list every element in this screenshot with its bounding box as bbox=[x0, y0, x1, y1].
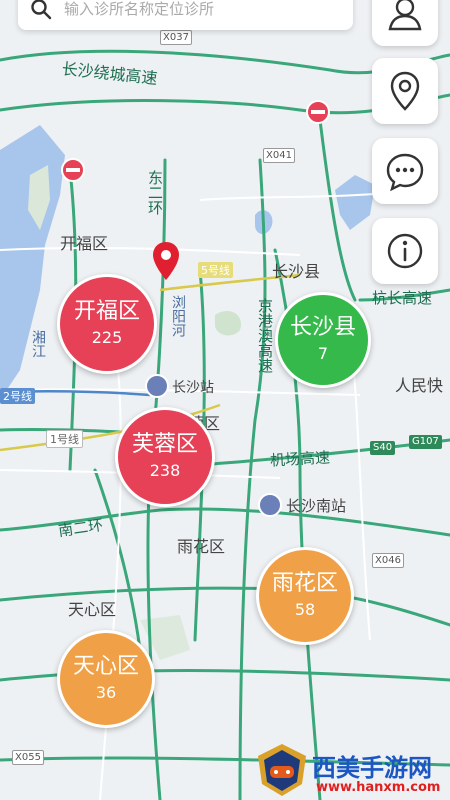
cluster-furong[interactable]: 芙蓉区 238 bbox=[115, 407, 215, 507]
road-shield-x055: X055 bbox=[12, 750, 44, 765]
search-icon bbox=[31, 0, 52, 20]
search-bar bbox=[18, 0, 353, 30]
search-input[interactable] bbox=[62, 0, 326, 19]
user-button[interactable] bbox=[372, 0, 438, 46]
cluster-yuhua[interactable]: 雨花区 58 bbox=[256, 547, 354, 645]
cluster-name: 开福区 bbox=[73, 299, 140, 324]
cluster-name: 雨花区 bbox=[271, 571, 338, 596]
watermark-logo-icon bbox=[258, 744, 306, 796]
station-icon bbox=[258, 493, 282, 517]
road-shield-x041: X041 bbox=[263, 148, 295, 163]
user-icon bbox=[388, 0, 422, 31]
watermark-title: 西美手游网 bbox=[312, 754, 432, 782]
label-changsha-south: 长沙南站 bbox=[286, 497, 347, 515]
road-jichang: 机场高速 bbox=[269, 448, 331, 470]
location-pin-icon bbox=[390, 71, 420, 111]
cluster-count: 58 bbox=[294, 600, 316, 619]
road-shield-x046: X046 bbox=[372, 553, 404, 568]
chat-bubble-icon bbox=[386, 153, 424, 192]
cluster-count: 238 bbox=[149, 461, 181, 480]
info-icon bbox=[387, 233, 423, 269]
cluster-kaifu[interactable]: 开福区 225 bbox=[57, 274, 157, 374]
station-icon bbox=[145, 374, 169, 398]
road-jinggangao: 京港澳高速 bbox=[256, 298, 274, 373]
road-shield-g107: G107 bbox=[409, 435, 442, 449]
label-changsha-station: 长沙站 bbox=[172, 380, 214, 396]
road-shield-s40: S40 bbox=[370, 441, 396, 455]
info-button[interactable] bbox=[372, 218, 438, 284]
metro-line1: 1号线 bbox=[46, 430, 83, 448]
label-kaifu: 开福区 bbox=[60, 234, 109, 253]
cluster-count: 36 bbox=[95, 683, 117, 702]
cluster-name: 长沙县 bbox=[289, 315, 356, 340]
cluster-tianxin[interactable]: 天心区 36 bbox=[57, 630, 155, 728]
cluster-name: 天心区 bbox=[72, 654, 139, 679]
locate-button[interactable] bbox=[372, 58, 438, 124]
label-changsha-county: 长沙县 bbox=[272, 262, 321, 281]
location-marker-icon[interactable] bbox=[150, 240, 182, 282]
metro-line2: 2号线 bbox=[0, 388, 35, 404]
label-tianxin: 天心区 bbox=[68, 600, 117, 619]
watermark-url: www.hanxm.com bbox=[316, 780, 441, 795]
cluster-name: 芙蓉区 bbox=[131, 432, 198, 457]
road-shield-x037: X037 bbox=[160, 30, 192, 45]
metro-line5: 5号线 bbox=[198, 262, 233, 278]
label-renmin: 人民快 bbox=[395, 376, 444, 395]
river-liuyang-he: 浏阳河 bbox=[170, 295, 186, 337]
label-yuhua: 雨花区 bbox=[177, 537, 226, 556]
chat-button[interactable] bbox=[372, 138, 438, 204]
cluster-count: 7 bbox=[317, 344, 329, 363]
cluster-count: 225 bbox=[91, 328, 123, 347]
river-xiang-jiang: 湘江 bbox=[30, 330, 46, 358]
cluster-changsha-county[interactable]: 长沙县 7 bbox=[275, 292, 371, 388]
road-hangchang: 杭长高速 bbox=[372, 289, 433, 307]
road-dong-er-huan: 东二环 bbox=[146, 170, 164, 215]
